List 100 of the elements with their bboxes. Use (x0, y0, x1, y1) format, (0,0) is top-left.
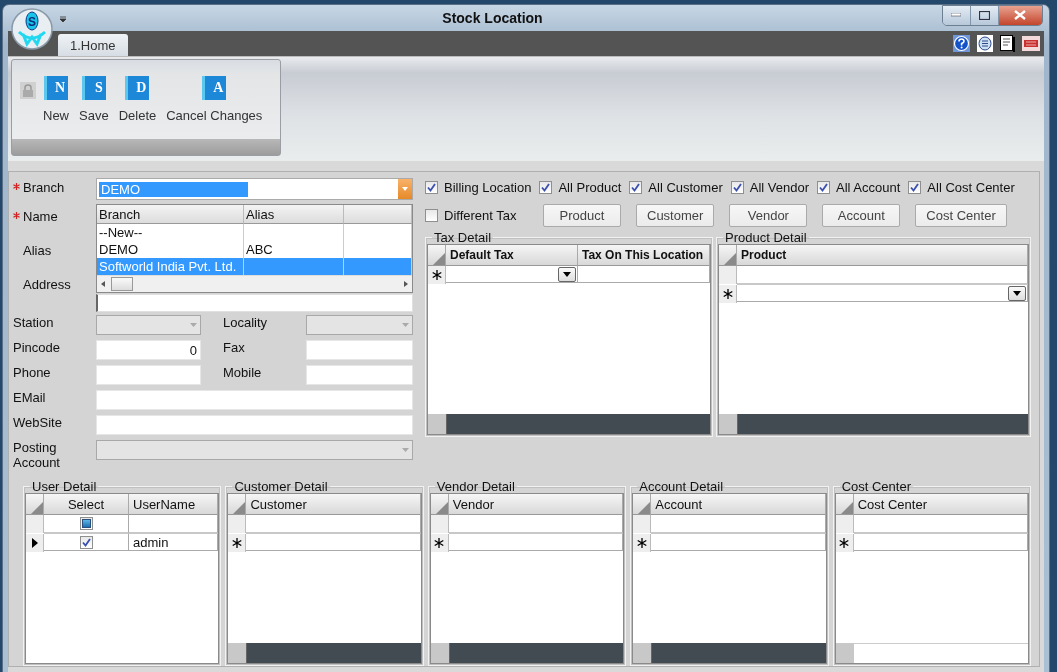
field-label: Fax (223, 340, 246, 355)
checkbox[interactable] (79, 517, 93, 530)
group-title: Tax Detail (433, 231, 493, 244)
row-header (228, 515, 247, 533)
filter-button[interactable]: Vendor (729, 204, 808, 227)
column-header[interactable]: Branch (97, 205, 244, 224)
ribbon-button[interactable]: N New (38, 76, 74, 123)
column-header[interactable]: Default Tax (446, 245, 578, 266)
text-field[interactable] (96, 390, 413, 410)
table-cell[interactable] (737, 285, 1028, 302)
field-label: Branch (13, 179, 65, 195)
quick-access-caret-icon[interactable] (59, 16, 67, 23)
checkbox[interactable] (425, 209, 438, 222)
checkbox[interactable] (730, 180, 744, 194)
field-label: Mobile (223, 365, 263, 380)
dropdown-button[interactable] (558, 266, 576, 282)
ribbon-button[interactable]: D Delete (113, 76, 162, 123)
column-header[interactable]: Tax On This Location (578, 245, 710, 266)
column-header[interactable]: Product (737, 245, 1028, 266)
filter-button[interactable]: Account (822, 204, 901, 227)
field-label: EMail (13, 390, 47, 405)
text-field[interactable] (96, 415, 413, 435)
checkbox[interactable] (425, 180, 438, 194)
number-field[interactable]: 0 (96, 340, 201, 360)
filter-button[interactable]: Cost Center (915, 204, 1007, 227)
close-icon[interactable] (1014, 10, 1027, 20)
group-title: Customer Detail (233, 480, 329, 493)
database-icon[interactable] (977, 35, 993, 52)
dropdown-arrow-icon[interactable] (1013, 290, 1021, 296)
selected-text: DEMO (99, 181, 248, 197)
filter-button[interactable]: Product (543, 204, 621, 227)
checkbox[interactable] (908, 180, 922, 194)
minimize-icon[interactable] (951, 13, 962, 17)
list-cell[interactable] (244, 258, 344, 275)
filter-cell[interactable] (651, 515, 826, 534)
filter-cell[interactable] (44, 515, 129, 534)
checkbox-label: All Cost Center (927, 179, 1015, 195)
filter-button[interactable]: Customer (636, 204, 715, 227)
text-field[interactable] (306, 340, 413, 360)
table-cell[interactable] (446, 266, 578, 283)
horizontal-scrollbar[interactable] (97, 275, 412, 292)
field-label: WebSite (13, 415, 63, 430)
dropdown-button[interactable] (1008, 285, 1026, 301)
column-header[interactable]: Customer (246, 494, 421, 515)
column-header[interactable] (344, 205, 412, 224)
lookup-list[interactable]: Branch Alias --New-- DEMO ABC Softworld India Pvt. Ltd. (96, 204, 413, 293)
row-header (26, 515, 44, 533)
column-header[interactable]: Cost Center (853, 494, 1029, 515)
scroll-right-icon[interactable] (404, 281, 408, 287)
column-header[interactable]: Select (44, 494, 129, 515)
maximize-icon[interactable] (979, 10, 990, 20)
field-label: Locality (223, 315, 269, 330)
address-field[interactable] (96, 294, 413, 312)
letter-icon: S (81, 76, 106, 100)
table-cell[interactable] (578, 266, 710, 283)
table-cell[interactable] (651, 534, 826, 551)
group-title: Product Detail (724, 231, 808, 244)
group-title: Vendor Detail (435, 480, 516, 493)
text-field[interactable] (96, 365, 201, 385)
ribbon-tab[interactable]: 1.Home (58, 34, 128, 56)
scroll-left-icon[interactable] (101, 281, 105, 287)
close-button[interactable] (999, 5, 1042, 25)
field-label: Station (13, 315, 55, 330)
field-label: Phone (13, 365, 52, 380)
column-header[interactable]: UserName (129, 494, 219, 515)
table-cell[interactable] (448, 534, 624, 551)
column-header[interactable]: Alias (244, 205, 344, 224)
ribbon-button[interactable]: A Cancel Changes (161, 76, 268, 123)
table-cell[interactable] (44, 534, 129, 551)
scroll-thumb[interactable] (111, 277, 133, 291)
filter-cell[interactable] (129, 515, 219, 534)
document-icon[interactable] (1000, 35, 1015, 52)
maximize-button[interactable] (971, 5, 999, 25)
list-cell[interactable]: --New-- (97, 224, 244, 241)
table-cell[interactable]: admin (129, 534, 219, 551)
group-title: Account Detail (638, 480, 725, 493)
filter-cell[interactable] (737, 266, 1028, 285)
column-header[interactable]: Vendor (448, 494, 624, 515)
table-cell[interactable] (246, 534, 421, 551)
checkbox[interactable] (539, 180, 553, 194)
table-cell[interactable] (853, 534, 1029, 551)
row-header (719, 266, 737, 284)
column-header[interactable]: Account (651, 494, 826, 515)
checkbox[interactable] (817, 180, 830, 194)
filter-cell[interactable] (246, 515, 421, 534)
letter-icon: N (44, 76, 68, 100)
filter-cell[interactable] (448, 515, 624, 534)
checkbox-label: Billing Location (444, 179, 532, 195)
checkbox[interactable] (629, 180, 643, 194)
window-title: Stock Location (442, 10, 543, 26)
list-cell[interactable] (344, 258, 412, 275)
filter-cell[interactable] (853, 515, 1029, 534)
exit-sign-icon[interactable] (1022, 36, 1040, 51)
ribbon-button[interactable]: S Save (74, 76, 114, 123)
help-icon[interactable] (953, 35, 970, 52)
lock-icon (20, 82, 36, 99)
checkbox[interactable] (79, 535, 93, 549)
dropdown-arrow-icon[interactable] (563, 271, 571, 277)
group-title: Cost Center (840, 480, 912, 493)
text-field[interactable] (306, 365, 413, 385)
